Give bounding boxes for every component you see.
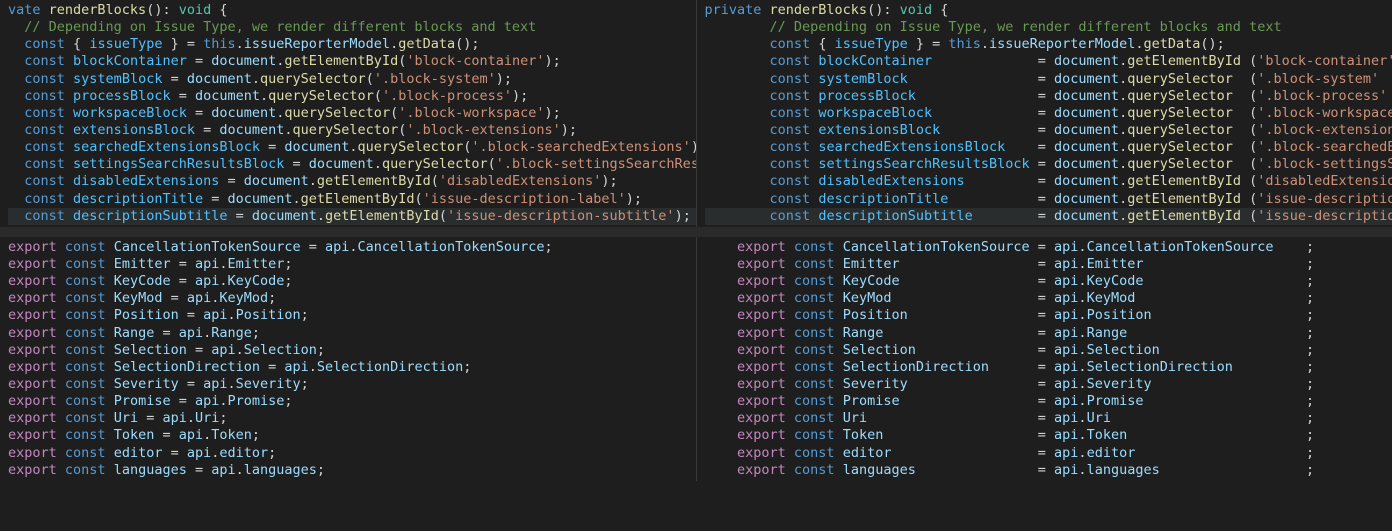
- top-row: vate renderBlocks(): void { // Depending…: [0, 0, 1392, 227]
- code-pane-bottom-right[interactable]: export const CancellationTokenSource = a…: [696, 237, 1392, 481]
- pane-separator: [0, 227, 1392, 237]
- code-pane-top-left[interactable]: vate renderBlocks(): void { // Depending…: [0, 0, 696, 227]
- code-pane-top-right[interactable]: private renderBlocks(): void { // Depend…: [696, 0, 1392, 227]
- code-pane-bottom-left[interactable]: export const CancellationTokenSource = a…: [0, 237, 696, 481]
- editor-split: vate renderBlocks(): void { // Depending…: [0, 0, 1392, 531]
- bottom-row: export const CancellationTokenSource = a…: [0, 237, 1392, 481]
